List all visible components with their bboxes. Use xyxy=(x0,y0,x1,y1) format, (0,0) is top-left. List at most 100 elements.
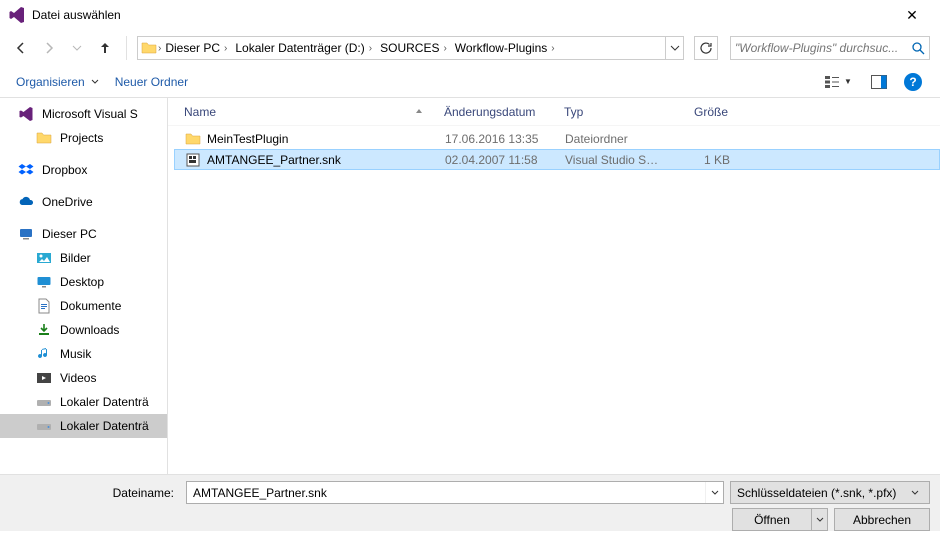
sidebar-label: OneDrive xyxy=(42,195,93,209)
forward-button[interactable] xyxy=(38,37,60,59)
sidebar-item-documents[interactable]: Dokumente xyxy=(0,294,167,318)
sidebar-label: Dropbox xyxy=(42,163,87,177)
open-button[interactable]: Öffnen xyxy=(732,508,828,531)
filename-input[interactable] xyxy=(187,486,705,500)
breadcrumb-item[interactable]: SOURCES › xyxy=(376,37,451,59)
dropbox-icon xyxy=(18,162,34,178)
sidebar-label: Musik xyxy=(60,347,91,361)
search-input[interactable] xyxy=(735,41,911,55)
breadcrumb-item[interactable]: Lokaler Datenträger (D:)› xyxy=(231,37,376,59)
file-type: Visual Studio Stro... xyxy=(555,153,670,167)
help-icon: ? xyxy=(904,73,922,91)
sidebar-item-onedrive[interactable]: OneDrive xyxy=(0,190,167,214)
up-button[interactable] xyxy=(94,37,116,59)
col-label: Name xyxy=(184,105,216,119)
filename-combo[interactable] xyxy=(186,481,724,504)
chevron-down-icon: ▼ xyxy=(844,77,852,86)
sort-icon xyxy=(415,108,423,116)
file-name: AMTANGEE_Partner.snk xyxy=(207,153,341,167)
organize-button[interactable]: Organisieren xyxy=(14,72,101,92)
documents-icon xyxy=(36,298,52,314)
onedrive-icon xyxy=(18,194,34,210)
open-label: Öffnen xyxy=(733,513,811,527)
sidebar-label: Projects xyxy=(60,131,103,145)
pictures-icon xyxy=(36,250,52,266)
sidebar-label: Lokaler Datenträ xyxy=(60,419,149,433)
sidebar-label: Microsoft Visual S xyxy=(42,107,138,121)
breadcrumb[interactable]: › Dieser PC› Lokaler Datenträger (D:)› S… xyxy=(137,36,684,60)
music-icon xyxy=(36,346,52,362)
breadcrumb-label: Lokaler Datenträger (D:) xyxy=(235,41,364,55)
cancel-button[interactable]: Abbrechen xyxy=(834,508,930,531)
pc-icon xyxy=(18,226,34,242)
col-type[interactable]: Typ xyxy=(554,98,669,125)
breadcrumb-label: Workflow-Plugins xyxy=(455,41,547,55)
col-name[interactable]: Name xyxy=(174,98,434,125)
chevron-down-icon xyxy=(911,489,929,497)
main-area: Microsoft Visual S Projects Dropbox OneD… xyxy=(0,98,940,474)
sidebar-label: Bilder xyxy=(60,251,91,265)
sidebar-item-downloads[interactable]: Downloads xyxy=(0,318,167,342)
file-row[interactable]: AMTANGEE_Partner.snk02.04.2007 11:58Visu… xyxy=(174,149,940,170)
organize-label: Organisieren xyxy=(16,75,85,89)
sidebar-item-desktop[interactable]: Desktop xyxy=(0,270,167,294)
bottom-panel: Dateiname: Schlüsseldateien (*.snk, *.pf… xyxy=(0,474,940,531)
divider xyxy=(126,36,127,60)
address-bar: › Dieser PC› Lokaler Datenträger (D:)› S… xyxy=(0,30,940,66)
file-type: Dateiordner xyxy=(555,132,670,146)
close-button[interactable]: ✕ xyxy=(892,7,932,24)
drive-icon xyxy=(36,394,52,410)
breadcrumb-item[interactable]: Workflow-Plugins › xyxy=(451,37,559,59)
help-button[interactable]: ? xyxy=(900,71,926,93)
navigation-pane: Microsoft Visual S Projects Dropbox OneD… xyxy=(0,98,168,474)
sidebar-label: Lokaler Datenträ xyxy=(60,395,149,409)
breadcrumb-label: Dieser PC xyxy=(165,41,220,55)
videos-icon xyxy=(36,370,52,386)
sidebar-item-pc[interactable]: Dieser PC xyxy=(0,222,167,246)
view-options-button[interactable]: ▼ xyxy=(820,71,858,93)
cancel-label: Abbrechen xyxy=(853,513,911,527)
chevron-icon: › xyxy=(551,43,554,54)
sidebar-item-vs[interactable]: Microsoft Visual S xyxy=(0,102,167,126)
sidebar-item-drive-d[interactable]: Lokaler Datenträ xyxy=(0,414,167,438)
breadcrumb-label: SOURCES xyxy=(380,41,439,55)
filetype-combo[interactable]: Schlüsseldateien (*.snk, *.pfx) xyxy=(730,481,930,504)
col-date[interactable]: Änderungsdatum xyxy=(434,98,554,125)
chevron-down-icon[interactable] xyxy=(705,482,723,503)
sidebar-item-drive-c[interactable]: Lokaler Datenträ xyxy=(0,390,167,414)
toolbar: Organisieren Neuer Ordner ▼ ? xyxy=(0,66,940,98)
filetype-label: Schlüsseldateien (*.snk, *.pfx) xyxy=(737,486,896,500)
col-size[interactable]: Größe xyxy=(669,98,739,125)
sidebar-item-pictures[interactable]: Bilder xyxy=(0,246,167,270)
downloads-icon xyxy=(36,322,52,338)
sidebar-label: Dokumente xyxy=(60,299,121,313)
refresh-button[interactable] xyxy=(694,36,718,60)
folder-icon xyxy=(185,131,201,147)
sidebar-label: Downloads xyxy=(60,323,119,337)
vs-icon xyxy=(18,106,34,122)
search-icon[interactable] xyxy=(911,41,925,55)
sidebar-item-videos[interactable]: Videos xyxy=(0,366,167,390)
title-bar: Datei auswählen ✕ xyxy=(0,0,940,30)
sidebar-item-dropbox[interactable]: Dropbox xyxy=(0,158,167,182)
sidebar-item-projects[interactable]: Projects xyxy=(0,126,167,150)
file-date: 17.06.2016 13:35 xyxy=(435,132,555,146)
folder-icon xyxy=(140,39,158,57)
breadcrumb-dropdown[interactable] xyxy=(665,37,683,59)
preview-pane-button[interactable] xyxy=(866,71,892,93)
chevron-icon: › xyxy=(443,43,446,54)
search-box[interactable] xyxy=(730,36,930,60)
file-row[interactable]: MeinTestPlugin 17.06.2016 13:35Dateiordne… xyxy=(174,128,940,149)
back-button[interactable] xyxy=(10,37,32,59)
recent-dropdown[interactable] xyxy=(66,37,88,59)
column-headers: Name Änderungsdatum Typ Größe xyxy=(168,98,940,126)
file-list: MeinTestPlugin 17.06.2016 13:35Dateiordne… xyxy=(168,126,940,474)
open-split-dropdown[interactable] xyxy=(811,509,827,530)
key-file-icon xyxy=(185,152,201,168)
drive-icon xyxy=(36,418,52,434)
breadcrumb-item[interactable]: Dieser PC› xyxy=(161,37,231,59)
sidebar-item-music[interactable]: Musik xyxy=(0,342,167,366)
sidebar-label: Dieser PC xyxy=(42,227,97,241)
new-folder-button[interactable]: Neuer Ordner xyxy=(113,72,190,92)
file-name: MeinTestPlugin xyxy=(207,132,288,146)
